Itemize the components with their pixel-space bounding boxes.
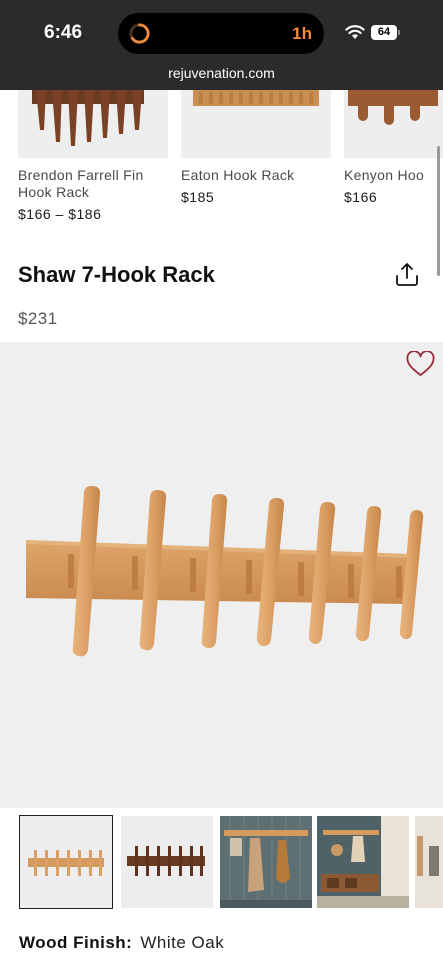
wifi-icon bbox=[345, 25, 365, 39]
battery-icon: 64 bbox=[371, 25, 401, 40]
wood-finish-value: White Oak bbox=[140, 933, 225, 952]
related-product-price: $166 – $186 bbox=[18, 206, 102, 222]
gallery-thumbnail[interactable] bbox=[220, 816, 312, 908]
product-hero-image[interactable] bbox=[0, 342, 443, 808]
address-bar-url[interactable]: rejuvenation.com bbox=[0, 65, 443, 81]
related-products-carousel[interactable]: Brendon Farrell Fin Hook Rack $166 – $18… bbox=[0, 90, 443, 230]
related-product-image[interactable] bbox=[18, 90, 168, 158]
status-time: 6:46 bbox=[44, 22, 83, 43]
page-scrollbar[interactable] bbox=[437, 146, 440, 276]
related-product-image[interactable] bbox=[344, 90, 443, 158]
related-product-card[interactable]: Brendon Farrell Fin Hook Rack $166 – $18… bbox=[18, 90, 168, 222]
wood-finish-option: Wood Finish: White Oak bbox=[19, 933, 224, 953]
share-icon[interactable] bbox=[395, 261, 419, 287]
activity-ring-icon bbox=[129, 23, 150, 44]
dynamic-island[interactable]: 1h bbox=[118, 13, 324, 54]
related-product-card[interactable]: Kenyon Hoo $166 bbox=[344, 90, 443, 205]
related-product-card[interactable]: Eaton Hook Rack $185 bbox=[181, 90, 331, 205]
related-product-name[interactable]: Kenyon Hoo bbox=[344, 167, 443, 184]
gallery-thumbnail[interactable] bbox=[415, 816, 443, 908]
related-product-name[interactable]: Brendon Farrell Fin Hook Rack bbox=[18, 167, 168, 201]
related-product-image[interactable] bbox=[181, 90, 331, 158]
gallery-thumbnail[interactable] bbox=[317, 816, 409, 908]
related-product-name[interactable]: Eaton Hook Rack bbox=[181, 167, 331, 184]
gallery-thumbnail[interactable] bbox=[121, 816, 213, 908]
wood-finish-label: Wood Finish: bbox=[19, 933, 133, 952]
gallery-thumbnail[interactable] bbox=[19, 815, 113, 909]
product-price: $231 bbox=[18, 309, 58, 328]
gallery-thumbnails[interactable] bbox=[0, 812, 443, 916]
heart-icon[interactable] bbox=[406, 351, 435, 377]
related-product-price: $166 bbox=[344, 189, 378, 205]
related-product-price: $185 bbox=[181, 189, 215, 205]
battery-level: 64 bbox=[371, 25, 397, 40]
island-timer-label: 1h bbox=[292, 24, 312, 43]
status-bar: 6:46 1h 64 rejuvenation.com bbox=[0, 0, 443, 90]
product-title: Shaw 7-Hook Rack bbox=[18, 262, 215, 287]
